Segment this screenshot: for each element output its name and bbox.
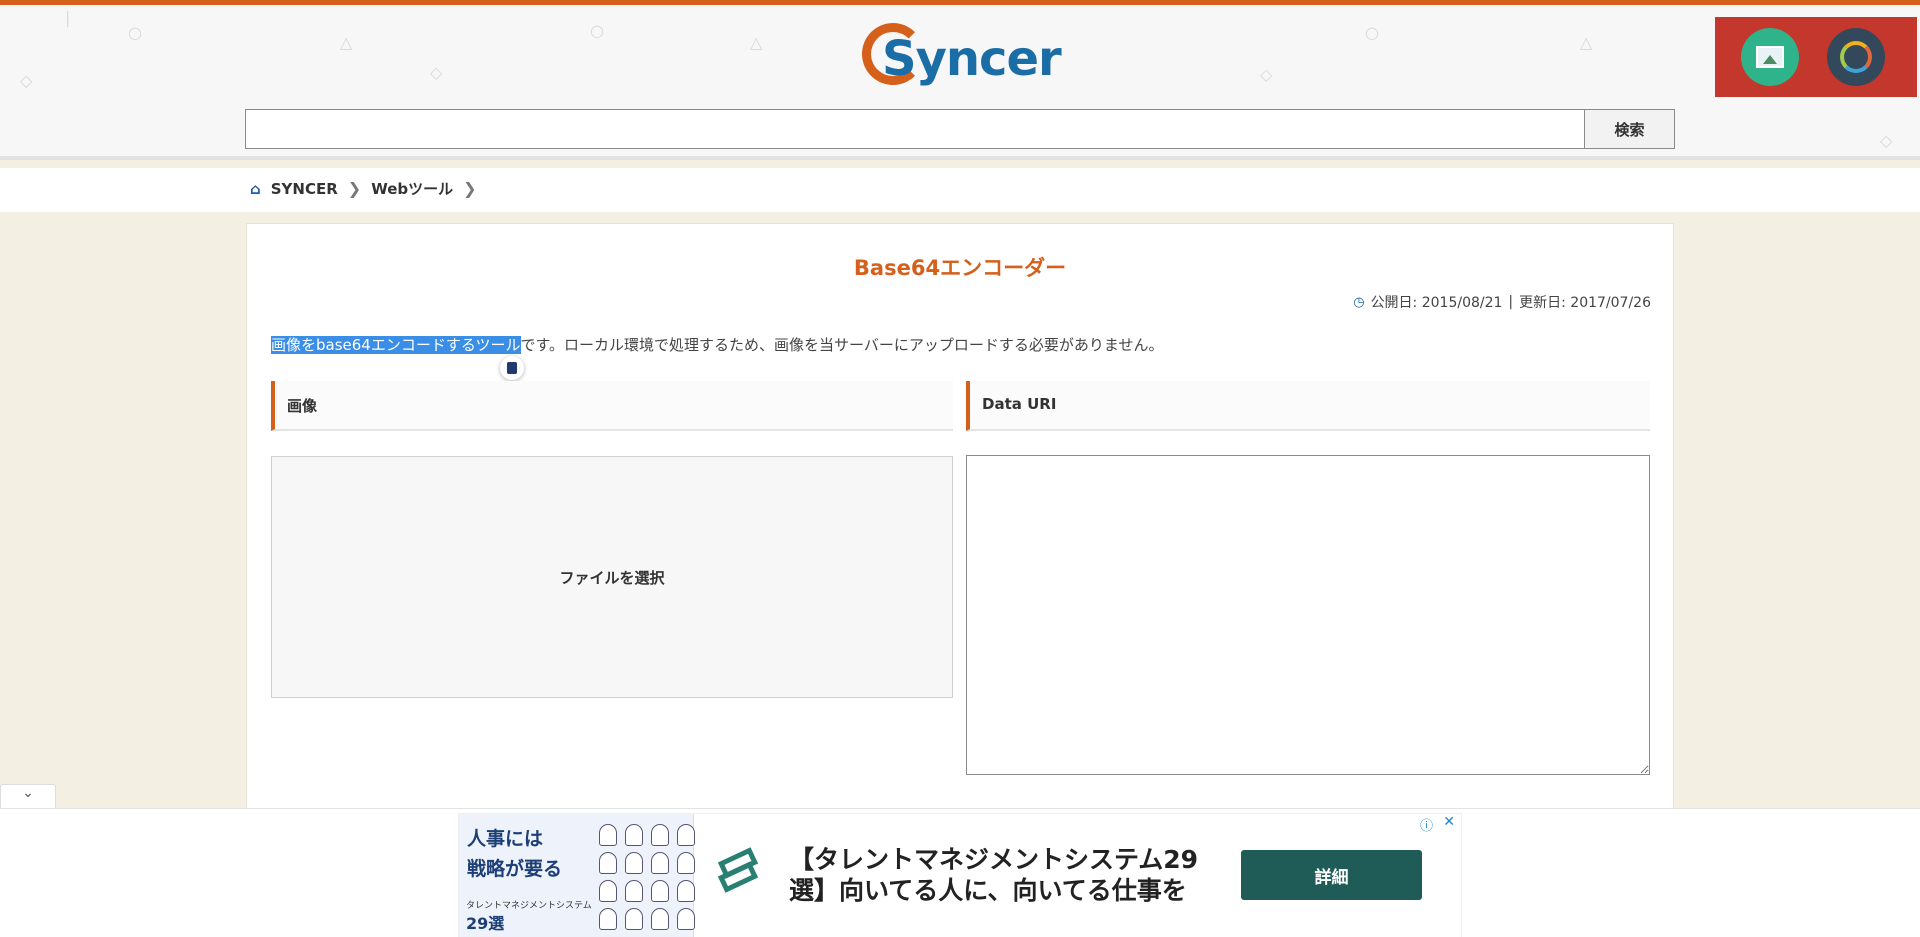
logo-text: Syncer [882, 31, 1062, 87]
background-pattern: △ [1580, 33, 1593, 52]
selection-action-icon[interactable] [500, 356, 524, 380]
page-title: Base64エンコーダー [853, 256, 1067, 280]
ad-headline-line1: 人事には [467, 828, 544, 850]
person-icon [599, 824, 617, 846]
section-heading-image: 画像 [271, 381, 953, 431]
person-icon [625, 824, 643, 846]
chevron-right-icon: ❯ [463, 179, 477, 198]
ad-detail-button[interactable]: 詳細 [1241, 850, 1422, 900]
person-icon [599, 880, 617, 902]
background-pattern: ○ [1365, 23, 1379, 42]
background-pattern: ◇ [1880, 131, 1893, 150]
background-pattern: △ [750, 33, 763, 52]
section-heading-datauri: Data URI [966, 381, 1650, 431]
ad-image[interactable]: 人事には 戦略が要る タレントマネジメントシステム 29選 [459, 814, 695, 937]
person-icon [651, 852, 669, 874]
background-pattern: ◇ [430, 63, 443, 82]
breadcrumb-webtools[interactable]: Webツール [371, 178, 453, 199]
background-pattern: ◇ [1260, 65, 1273, 84]
person-icon [677, 880, 695, 902]
person-icon [651, 908, 669, 930]
sync-icon[interactable] [1827, 28, 1885, 86]
chevron-right-icon: ❯ [347, 179, 362, 198]
person-icon [599, 852, 617, 874]
breadcrumb-bar: ⌂ SYNCER ❯ Webツール ❯ [0, 168, 1920, 212]
published-date: 公開日: 2015/08/21 [1370, 295, 1503, 311]
advertisement[interactable]: 人事には 戦略が要る タレントマネジメントシステム 29選 【タレントマネジメン… [458, 813, 1462, 937]
bottom-ad-bar: 人事には 戦略が要る タレントマネジメントシステム 29選 【タレントマネジメン… [0, 808, 1920, 937]
ad-brand-logo-icon [714, 844, 770, 900]
background-pattern: ○ [590, 21, 604, 40]
background-pattern: ○ [128, 23, 142, 42]
search-input[interactable] [245, 109, 1585, 149]
ad-headline: 人事には 戦略が要る [467, 824, 562, 884]
clock-icon: ◷ [1353, 294, 1365, 310]
person-icon [677, 908, 695, 930]
mountain-icon [1763, 55, 1777, 64]
background-pattern: | [65, 8, 71, 27]
person-icon [599, 908, 617, 930]
updated-date: 更新日: 2017/07/26 [1519, 295, 1651, 311]
people-illustration [599, 824, 695, 930]
selection-action-glyph [507, 362, 517, 374]
sync-ring [1840, 41, 1872, 73]
person-icon [677, 852, 695, 874]
image-frame [1756, 46, 1784, 68]
chevron-down-icon: ⌄ [22, 785, 34, 801]
search-bar: 検索 [245, 109, 1675, 149]
browser-extension-panel [1715, 17, 1917, 97]
ad-count: 29選 [466, 914, 505, 933]
search-button[interactable]: 検索 [1585, 109, 1675, 149]
person-icon [625, 880, 643, 902]
ad-headline-line2: 戦略が要る [467, 858, 563, 880]
ad-text[interactable]: 【タレントマネジメントシステム29選】向いてる人に、向いてる仕事を [789, 844, 1229, 906]
ad-close-icon[interactable]: ✕ [1443, 814, 1455, 830]
article-dates: ◷ 公開日: 2015/08/21 | 更新日: 2017/07/26 [1353, 292, 1651, 312]
description-text: です。ローカル環境で処理するため、画像を当サーバーにアップロードする必要がありま… [520, 336, 1164, 354]
background-pattern: ◇ [20, 71, 33, 90]
file-select-label: ファイルを選択 [559, 568, 665, 587]
person-icon [651, 824, 669, 846]
person-icon [625, 908, 643, 930]
person-icon [625, 852, 643, 874]
date-separator: | [1508, 294, 1514, 310]
home-icon: ⌂ [250, 179, 261, 198]
person-icon [677, 824, 695, 846]
file-select-dropzone[interactable]: ファイルを選択 [271, 456, 953, 698]
collapse-ad-button[interactable]: ⌄ [0, 784, 56, 808]
article-description: 画像をbase64エンコードするツールです。ローカル環境で処理するため、画像を当… [271, 334, 1163, 355]
breadcrumb: ⌂ SYNCER ❯ Webツール ❯ [250, 178, 477, 199]
person-icon [651, 880, 669, 902]
datauri-output-textarea[interactable] [966, 455, 1650, 775]
background-pattern: △ [340, 33, 353, 52]
breadcrumb-home[interactable]: SYNCER [271, 180, 338, 198]
ad-info-icon[interactable]: ⓘ [1420, 815, 1433, 834]
image-icon[interactable] [1741, 28, 1799, 86]
selected-text: 画像をbase64エンコードするツール [271, 336, 521, 354]
site-logo[interactable]: Syncer [862, 19, 1062, 99]
